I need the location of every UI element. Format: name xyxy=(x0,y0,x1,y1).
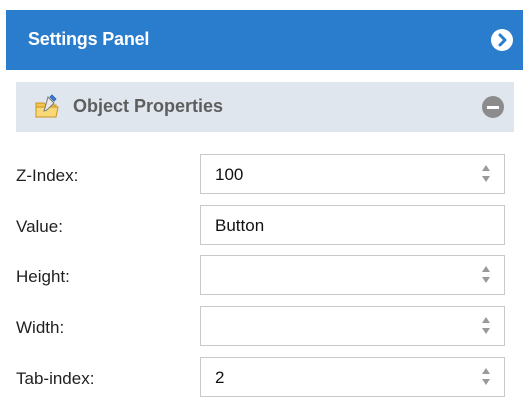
z-index-row: Z-Index: 100 xyxy=(0,154,529,198)
value-row: Value: Button xyxy=(0,205,529,249)
edit-folder-icon xyxy=(34,94,60,120)
increment-icon[interactable] xyxy=(482,266,490,272)
z-index-input[interactable]: 100 xyxy=(200,154,505,194)
settings-panel-header: Settings Panel xyxy=(6,10,523,70)
tab-index-value: 2 xyxy=(215,368,225,387)
tab-index-label: Tab-index: xyxy=(16,369,95,388)
width-stepper-icon[interactable] xyxy=(480,317,492,336)
increment-icon[interactable] xyxy=(482,317,490,323)
height-stepper-icon[interactable] xyxy=(480,266,492,285)
decrement-icon[interactable] xyxy=(482,176,490,182)
chevron-right-circle-icon[interactable] xyxy=(491,29,513,51)
increment-icon[interactable] xyxy=(482,368,490,374)
tab-index-row: Tab-index: 2 xyxy=(0,357,529,401)
decrement-icon[interactable] xyxy=(482,328,490,334)
z-index-stepper-icon[interactable] xyxy=(480,165,492,184)
panel-title: Settings Panel xyxy=(28,29,150,49)
height-input[interactable] xyxy=(200,255,505,295)
tab-index-input[interactable]: 2 xyxy=(200,357,505,397)
decrement-icon[interactable] xyxy=(482,379,490,385)
z-index-label: Z-Index: xyxy=(16,166,79,185)
section-title: Object Properties xyxy=(73,96,224,116)
height-label: Height: xyxy=(16,267,70,286)
width-row: Width: xyxy=(0,306,529,350)
tab-index-stepper-icon[interactable] xyxy=(480,368,492,387)
object-properties-section-header[interactable]: Object Properties xyxy=(16,82,514,132)
value-input[interactable]: Button xyxy=(200,205,505,245)
increment-icon[interactable] xyxy=(482,165,490,171)
decrement-icon[interactable] xyxy=(482,277,490,283)
minus-circle-icon[interactable] xyxy=(482,96,504,118)
value-value: Button xyxy=(215,216,265,235)
height-row: Height: xyxy=(0,255,529,299)
width-input[interactable] xyxy=(200,306,505,346)
value-label: Value: xyxy=(16,217,63,236)
z-index-value: 100 xyxy=(215,165,244,184)
width-label: Width: xyxy=(16,318,65,337)
